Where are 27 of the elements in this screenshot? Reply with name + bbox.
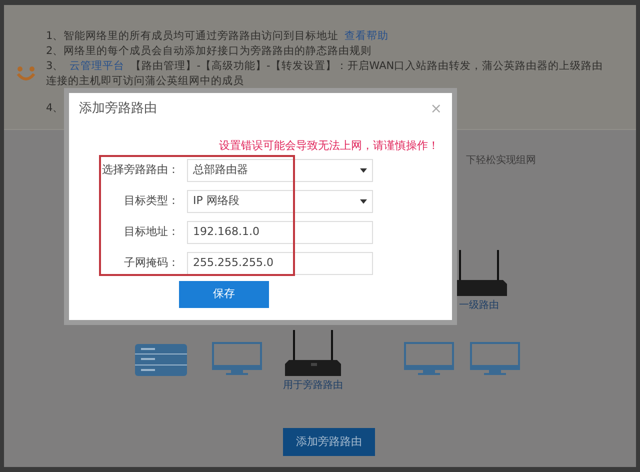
input-field[interactable]: 192.168.1.0	[187, 221, 373, 244]
monitor-icon	[404, 342, 454, 376]
select-field[interactable]: IP 网络段	[187, 190, 373, 213]
warning-text: 设置错误可能会导致无法上网，请谨慎操作！	[218, 138, 440, 154]
add-bypass-route-button[interactable]: 添加旁路路由	[283, 428, 375, 456]
monitor-icon	[470, 342, 520, 376]
input-field[interactable]: 255.255.255.0	[187, 252, 373, 275]
caption-text: 下轻松实现组网	[466, 154, 536, 168]
field-label: 目标类型：	[123, 193, 179, 210]
dropdown-caret-icon	[360, 199, 367, 204]
field-label: 子网掩码：	[123, 255, 179, 272]
field-label: 目标地址：	[123, 224, 179, 240]
dialog-title: 添加旁路路由	[79, 100, 157, 118]
server-icon	[135, 342, 187, 376]
monitor-icon	[212, 342, 262, 376]
device-label: 用于旁路路由	[283, 378, 343, 393]
smiley-icon	[16, 65, 36, 83]
notice-line: 2、网络里的每个成员会自动添加好接口为旁路路由的静态路由规则	[46, 44, 372, 59]
router-icon	[285, 330, 341, 376]
save-button[interactable]: 保存	[179, 281, 269, 308]
field-label: 选择旁路路由：	[101, 162, 179, 178]
notice-line: 1、智能网络里的所有成员均可通过旁路路由访问到目标地址 查看帮助	[46, 29, 390, 44]
notice-line: 3、 云管理平台 【路由管理】-【高级功能】-【转发设置】：开启WAN口入站路由转发，蒲公英路由器的上级路由连接的主机即可访问蒲公英组网中的成员	[46, 59, 604, 89]
device-label: 一级路由	[459, 298, 499, 313]
select-field[interactable]: 总部路由器	[187, 159, 373, 182]
dropdown-caret-icon	[360, 168, 367, 173]
notice-line: 4、	[46, 101, 64, 116]
